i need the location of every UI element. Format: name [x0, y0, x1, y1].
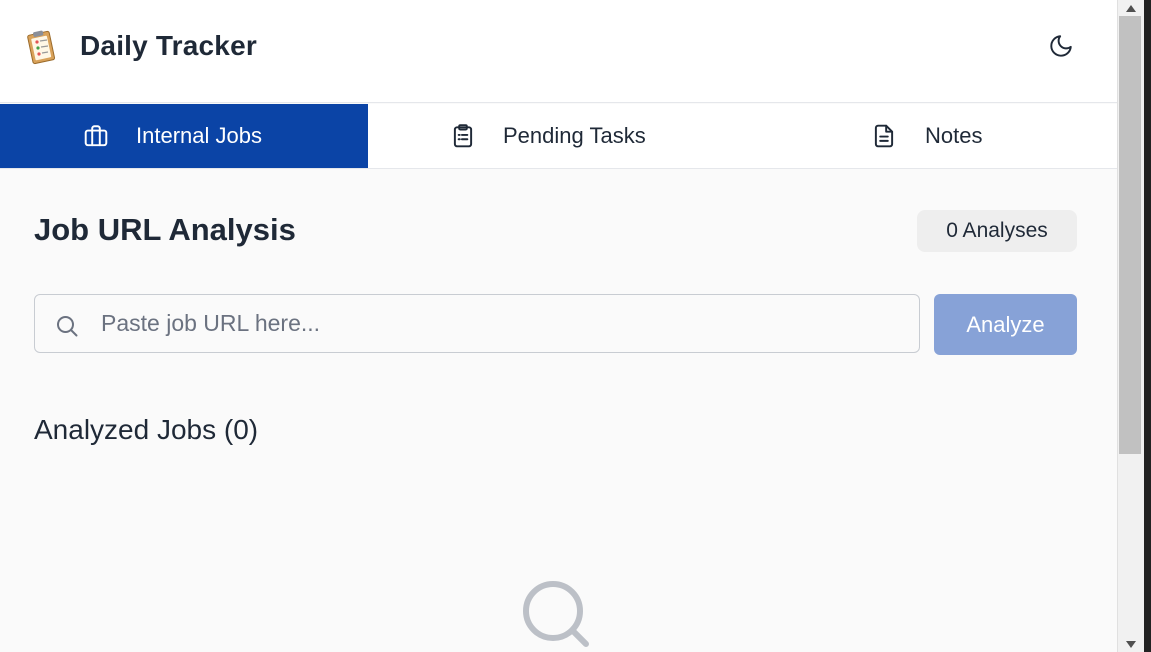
analyzed-jobs-heading: Analyzed Jobs (0)	[34, 414, 259, 445]
document-icon	[871, 123, 897, 149]
tab-internal-jobs[interactable]: Internal Jobs	[0, 104, 368, 168]
scrollbar-thumb[interactable]	[1119, 16, 1141, 454]
app-header: Daily Tracker	[0, 0, 1117, 103]
clipboard-list-icon	[450, 123, 476, 149]
search-icon	[55, 314, 79, 338]
tab-label: Internal Jobs	[136, 123, 262, 148]
job-url-search-field	[34, 294, 920, 353]
scroll-up-arrow-icon[interactable]	[1117, 0, 1144, 16]
analyses-count-badge: 0 Analyses	[917, 210, 1077, 252]
tab-pending-tasks[interactable]: Pending Tasks	[368, 104, 738, 168]
app-title: Daily Tracker	[80, 30, 257, 61]
theme-toggle-button[interactable]	[1044, 32, 1078, 64]
analyze-button[interactable]: Analyze	[934, 294, 1077, 355]
moon-icon	[1048, 33, 1074, 64]
briefcase-icon	[83, 123, 109, 149]
tab-label: Notes	[925, 123, 983, 148]
window-edge	[1144, 0, 1151, 652]
job-url-input[interactable]	[101, 295, 901, 352]
empty-state-search-icon	[520, 578, 592, 650]
tab-bar: Internal Jobs Pending Tasks Notes	[0, 104, 1117, 169]
clipboard-logo-icon	[24, 28, 58, 66]
page-title: Job URL Analysis	[34, 212, 296, 247]
tab-label: Pending Tasks	[503, 123, 646, 148]
app-root: Daily Tracker Internal Jobs Pending Task…	[0, 0, 1117, 652]
tab-notes[interactable]: Notes	[738, 104, 1117, 168]
scroll-down-arrow-icon[interactable]	[1117, 636, 1144, 652]
